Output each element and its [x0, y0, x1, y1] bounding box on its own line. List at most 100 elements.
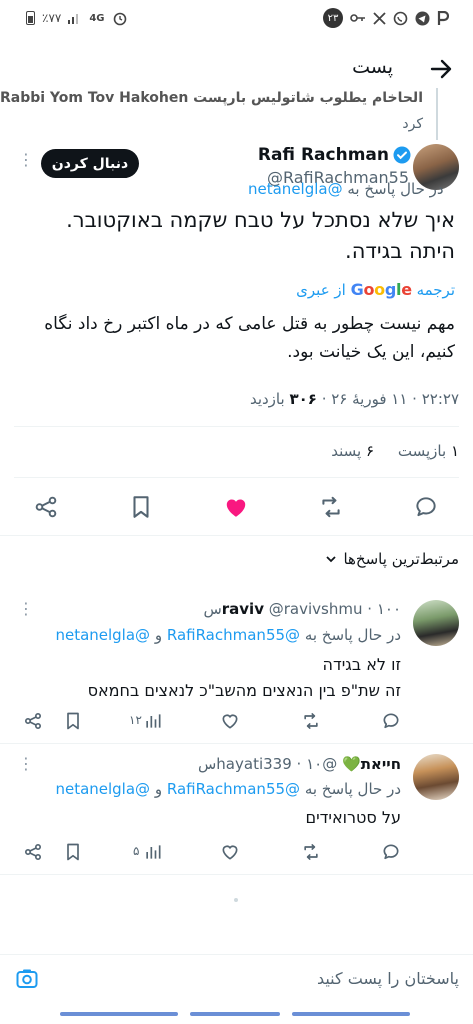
avatar[interactable]: [413, 600, 459, 646]
previous-tweet-line: الحاخام يطلوب شاتوليس بارپست Rabbi Yom T…: [0, 90, 423, 106]
status-left: ٪۷۷ 4G: [26, 10, 128, 26]
gesture-segment: [60, 1012, 178, 1016]
likes-label: پسند: [331, 442, 362, 460]
gesture-bar: [0, 1010, 473, 1018]
like-heart-icon[interactable]: [223, 494, 249, 520]
reply-text: זו לא בגידה זה שת"פ בין הנאצים מהשב"כ לנ…: [21, 652, 401, 704]
reply-author-name[interactable]: raviv: [222, 600, 264, 618]
previous-tweet-fragment[interactable]: الحاخام يطلوب شاتوليس بارپست Rabbi Yom T…: [0, 88, 473, 140]
back-arrow-icon[interactable]: [423, 52, 457, 86]
mention-link[interactable]: @netanelgla: [248, 180, 343, 198]
signal-icon: [68, 14, 79, 24]
alarm-icon: [113, 12, 126, 26]
tweet-action-bar: [0, 487, 473, 527]
mention-link[interactable]: @RafiRachman55: [167, 626, 300, 644]
reply-author-handle: @ravivshmu: [268, 600, 363, 618]
views-label: بازدید: [249, 390, 285, 408]
avatar[interactable]: [413, 754, 459, 800]
parking-icon: [437, 10, 449, 25]
divider: [0, 535, 473, 536]
repost-icon[interactable]: [301, 842, 321, 862]
reply-prefix: در حال پاسخ به: [347, 180, 444, 198]
tweet-meta: ۲۲:۲۷ · ۱۱ فوریهٔ ۲۶ · ۳۰۶ بازدید: [249, 390, 459, 408]
reply-prefix: در حال پاسخ به: [304, 626, 401, 644]
previous-tweet-line: کرد: [402, 116, 423, 132]
gesture-segment: [190, 1012, 280, 1016]
translated-text: مهم نیست چطور به قتل عامی که در ماه اکتب…: [44, 314, 455, 362]
share-icon[interactable]: [23, 842, 43, 862]
key-icon: [350, 14, 365, 22]
reposts-label: بازپست: [397, 442, 447, 460]
repost-icon[interactable]: [318, 494, 344, 520]
more-options-icon[interactable]: ⋮: [18, 601, 34, 617]
telegram-icon: [415, 11, 430, 25]
bookmark-icon[interactable]: [63, 842, 83, 862]
likes-count: ۶: [365, 442, 375, 460]
reply-views-count: ۱۲: [129, 713, 142, 727]
x-app-icon: [373, 11, 386, 25]
likes-stat[interactable]: ۶ پسند: [331, 442, 374, 460]
reply-line: זו לא בגידה: [322, 655, 401, 674]
views-count: ۳۰۶: [289, 390, 317, 408]
reposts-count: ۱: [450, 442, 459, 460]
reply-input-placeholder[interactable]: پاسختان را پست کنید: [317, 969, 459, 988]
reply-text: על סטרואידים: [21, 805, 401, 831]
more-options-icon[interactable]: ⋮: [18, 756, 34, 772]
follow-button[interactable]: دنبال کردن: [41, 149, 139, 178]
top-bar: پست: [0, 44, 473, 92]
share-icon[interactable]: [33, 494, 59, 520]
author-name[interactable]: Rafi Rachman: [258, 145, 389, 165]
replying-to: در حال پاسخ به @netanelgla: [248, 180, 444, 198]
mention-link[interactable]: @RafiRachman55: [167, 780, 300, 798]
engagement-stats: ۱ بازپست ۶ پسند: [331, 442, 459, 460]
reply-icon[interactable]: [381, 842, 401, 862]
views-chart-icon[interactable]: [143, 842, 163, 862]
translate-suffix: از عبری: [296, 281, 346, 299]
reply-composer[interactable]: پاسختان را پست کنید: [0, 954, 473, 1002]
replying-to: در حال پاسخ به @RafiRachman55 و @netanel…: [55, 780, 401, 798]
page-title: پست: [352, 56, 393, 78]
reply-header: חייאת💚 @hayati339 · ۱۰س: [197, 755, 401, 773]
gesture-segment: [292, 1012, 410, 1016]
reply-author-name[interactable]: חייאת: [361, 755, 401, 773]
share-icon[interactable]: [23, 711, 43, 731]
network-type: 4G: [89, 12, 105, 24]
more-options-icon[interactable]: ⋮: [18, 152, 34, 168]
reply-icon[interactable]: [413, 494, 439, 520]
divider: [0, 743, 473, 744]
translate-prefix: ترجمه: [416, 281, 455, 299]
views-chart-icon[interactable]: [143, 711, 163, 731]
divider: [14, 477, 459, 478]
status-right: ۲۳: [323, 8, 449, 28]
reply-action-bar: ۱۲: [0, 706, 473, 736]
battery-icon: [26, 11, 35, 25]
camera-icon[interactable]: [15, 967, 39, 991]
reply-line: על סטרואידים: [305, 808, 401, 827]
bookmark-icon[interactable]: [63, 711, 83, 731]
reply-joiner: و: [154, 780, 163, 798]
reply-action-bar: ۵: [0, 837, 473, 867]
tweet-time: ۲۲:۲۷: [421, 390, 459, 408]
divider: [14, 426, 459, 427]
like-heart-outline-icon[interactable]: [220, 711, 240, 731]
status-bar: ٪۷۷ 4G ۲۳: [0, 0, 473, 36]
reposts-stat[interactable]: ۱ بازپست: [398, 442, 459, 460]
verified-badge-icon: [393, 146, 411, 164]
replies-sort-dropdown[interactable]: مرتبط‌ترین پاسخ‌ها: [325, 550, 459, 568]
replying-to: در حال پاسخ به @RafiRachman55 و @netanel…: [55, 626, 401, 644]
mention-link[interactable]: @netanelgla: [55, 780, 150, 798]
divider: [0, 874, 473, 875]
repost-icon[interactable]: [301, 711, 321, 731]
reply-icon[interactable]: [381, 711, 401, 731]
reply-prefix: در حال پاسخ به: [304, 780, 401, 798]
whatsapp-icon: [393, 11, 408, 25]
mention-link[interactable]: @netanelgla: [55, 626, 150, 644]
chevron-down-icon: [326, 556, 337, 563]
tweet-text: איך שלא נסתכל על טבח שקמה באוקטובר. היתה…: [66, 208, 455, 263]
bookmark-icon[interactable]: [128, 494, 154, 520]
tweet-date: ۱۱ فوریهٔ ۲۶: [331, 390, 408, 408]
like-heart-outline-icon[interactable]: [220, 842, 240, 862]
sort-label: مرتبط‌ترین پاسخ‌ها: [343, 550, 459, 568]
translate-link[interactable]: ترجمه Google از عبری: [296, 280, 455, 299]
green-heart-emoji: 💚: [342, 755, 361, 773]
